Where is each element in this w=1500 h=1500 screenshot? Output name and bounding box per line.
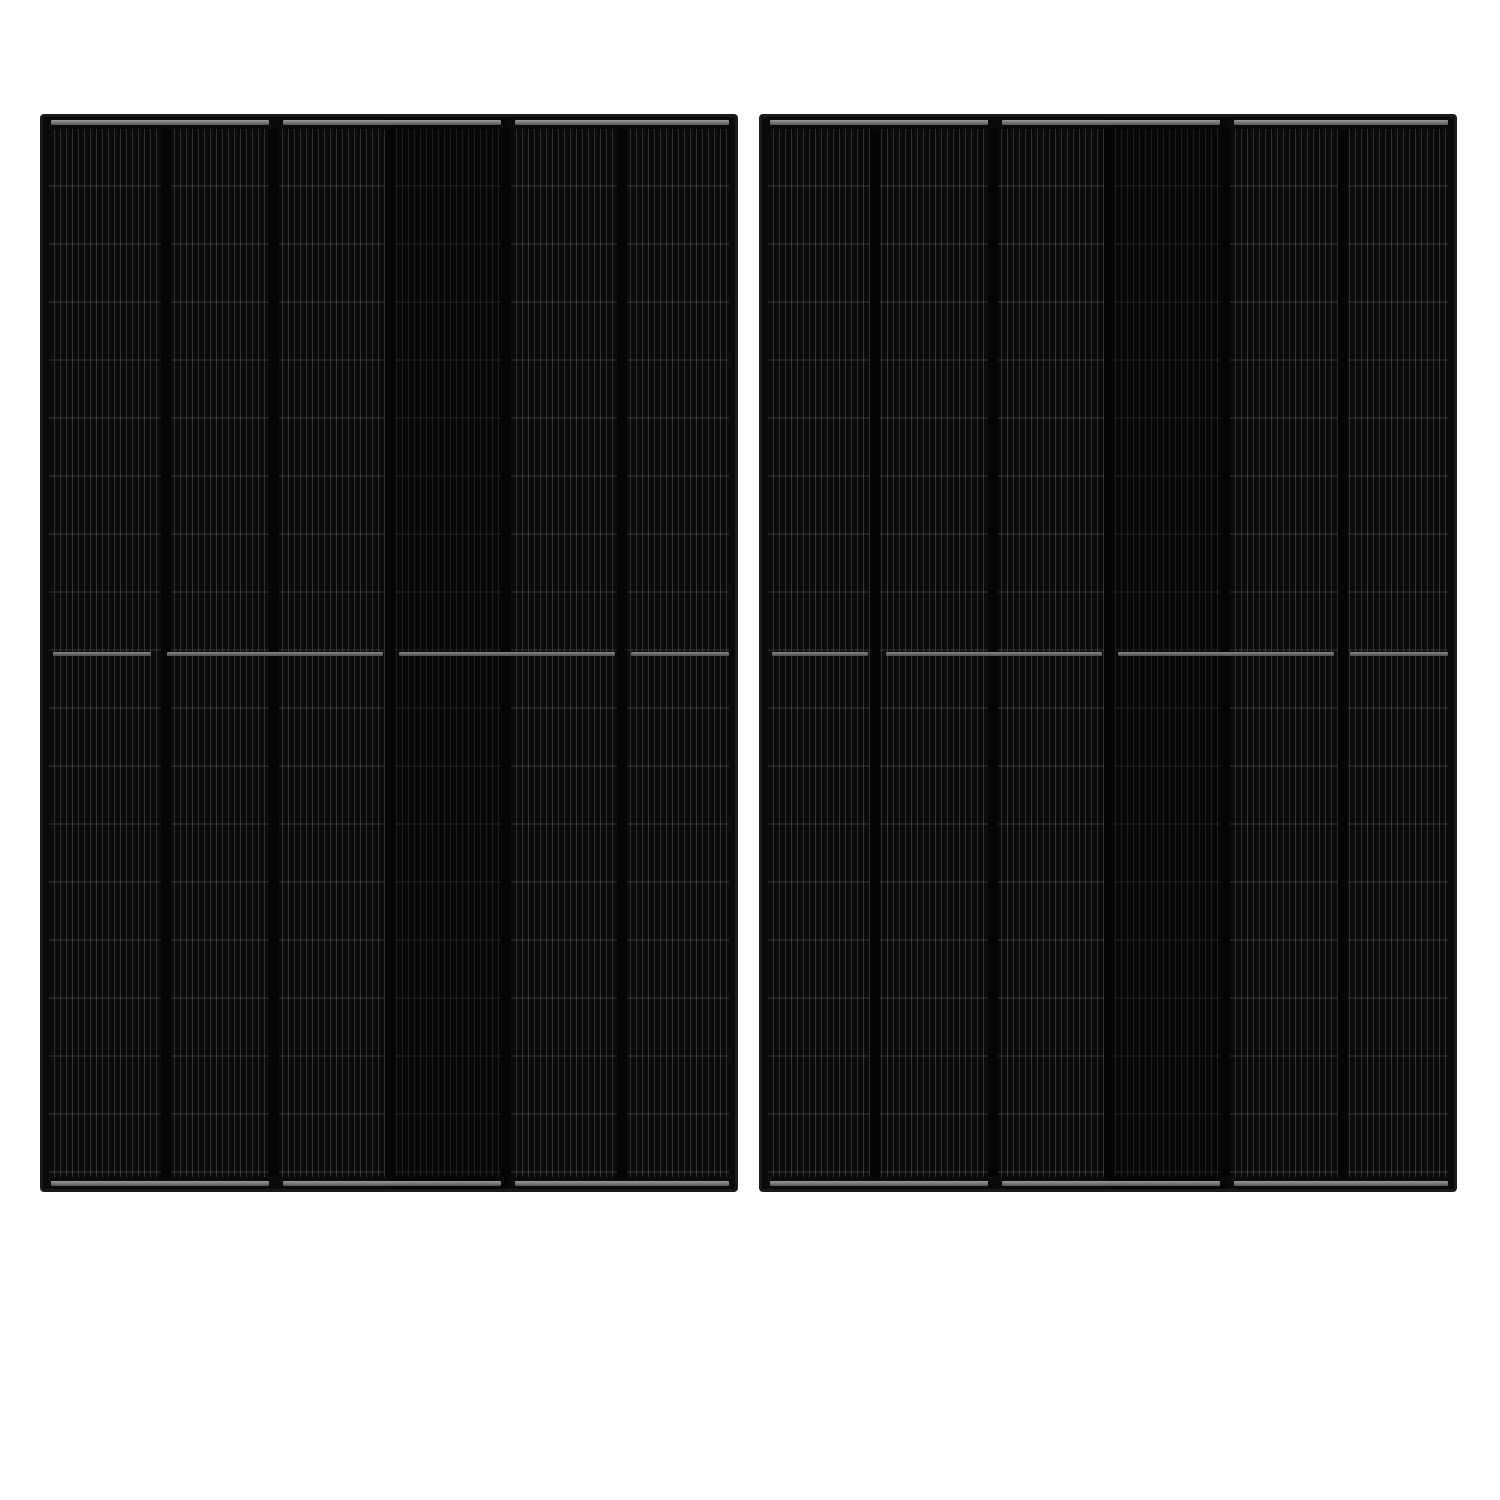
- string-gap: [1338, 129, 1348, 1177]
- top-busbar: [1234, 120, 1448, 125]
- string-gap: [1104, 129, 1114, 1177]
- middle-busbar: [1118, 652, 1334, 656]
- middle-busbar: [53, 652, 151, 656]
- bottom-busbar: [515, 1181, 729, 1186]
- top-busbar: [515, 120, 729, 125]
- bottom-busbar: [770, 1181, 988, 1186]
- bottom-busbar: [283, 1181, 501, 1186]
- string-gap: [385, 129, 395, 1177]
- string-gap: [617, 129, 627, 1177]
- top-busbar: [283, 120, 501, 125]
- product-image: [0, 0, 1500, 1500]
- top-busbar: [770, 120, 988, 125]
- middle-busbar: [631, 652, 729, 656]
- middle-busbar: [886, 652, 1102, 656]
- string-gap: [870, 129, 880, 1177]
- middle-busbar: [167, 652, 383, 656]
- bottom-busbar: [1234, 1181, 1448, 1186]
- bottom-busbar: [1002, 1181, 1220, 1186]
- bottom-busbar: [51, 1181, 269, 1186]
- top-busbar: [51, 120, 269, 125]
- solar-panel-left: [40, 114, 738, 1192]
- middle-busbar: [399, 652, 615, 656]
- middle-busbar: [1350, 652, 1448, 656]
- top-busbar: [1002, 120, 1220, 125]
- solar-panel-right: [759, 114, 1457, 1192]
- middle-busbar: [772, 652, 868, 656]
